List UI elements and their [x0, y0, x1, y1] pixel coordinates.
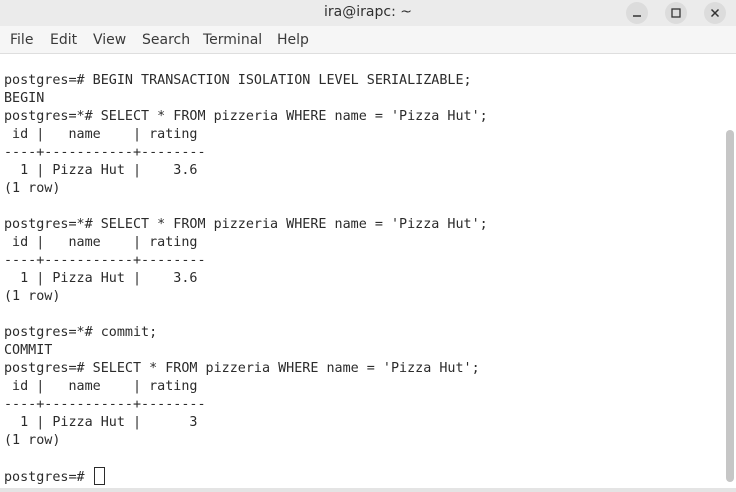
terminal-line: id | name | rating — [4, 235, 198, 250]
menu-bar: File Edit View Search Terminal Help — [0, 26, 736, 54]
title-bar[interactable]: ira@irapc: ~ — [0, 0, 736, 26]
terminal-line: id | name | rating — [4, 127, 198, 142]
menu-terminal[interactable]: Terminal — [203, 26, 262, 54]
text-cursor — [93, 467, 105, 485]
close-icon — [710, 8, 720, 18]
terminal-line: ----+-----------+-------- — [4, 145, 206, 160]
menu-help[interactable]: Help — [277, 26, 309, 54]
terminal-line: postgres=*# SELECT * FROM pizzeria WHERE… — [4, 217, 488, 232]
terminal-line: postgres=*# commit; — [4, 325, 158, 340]
terminal-line: postgres=# SELECT * FROM pizzeria WHERE … — [4, 361, 480, 376]
maximize-button[interactable] — [665, 2, 687, 24]
prompt-line[interactable]: postgres=# — [4, 467, 726, 486]
terminal-line: 1 | Pizza Hut | 3.6 — [4, 271, 198, 286]
terminal-line: (1 row) — [4, 289, 61, 304]
terminal-line: BEGIN — [4, 91, 45, 106]
maximize-icon — [671, 8, 681, 18]
terminal-line: 1 | Pizza Hut | 3.6 — [4, 163, 198, 178]
terminal-line: postgres=# BEGIN TRANSACTION ISOLATION L… — [4, 73, 472, 88]
terminal-line: postgres=*# SELECT * FROM pizzeria WHERE… — [4, 109, 488, 124]
terminal-line: ----+-----------+-------- — [4, 253, 206, 268]
minimize-button[interactable] — [626, 2, 648, 24]
minimize-icon — [633, 15, 641, 17]
terminal-line: COMMIT — [4, 343, 53, 358]
menu-search[interactable]: Search — [142, 26, 190, 54]
terminal-output[interactable]: postgres=# BEGIN TRANSACTION ISOLATION L… — [0, 55, 726, 488]
terminal-line: (1 row) — [4, 433, 61, 448]
terminal-line: id | name | rating — [4, 379, 198, 394]
terminal-line: ----+-----------+-------- — [4, 397, 206, 412]
menu-file[interactable]: File — [10, 26, 33, 54]
close-button[interactable] — [704, 2, 726, 24]
menu-view[interactable]: View — [93, 26, 126, 54]
terminal-window: ira@irapc: ~ File Edit View Search Termi… — [0, 0, 736, 492]
window-bottom-edge — [0, 488, 736, 492]
prompt-text: postgres=# — [4, 470, 93, 485]
scrollbar[interactable] — [726, 130, 734, 482]
terminal-line: (1 row) — [4, 181, 61, 196]
terminal-line: 1 | Pizza Hut | 3 — [4, 415, 198, 430]
menu-edit[interactable]: Edit — [50, 26, 77, 54]
